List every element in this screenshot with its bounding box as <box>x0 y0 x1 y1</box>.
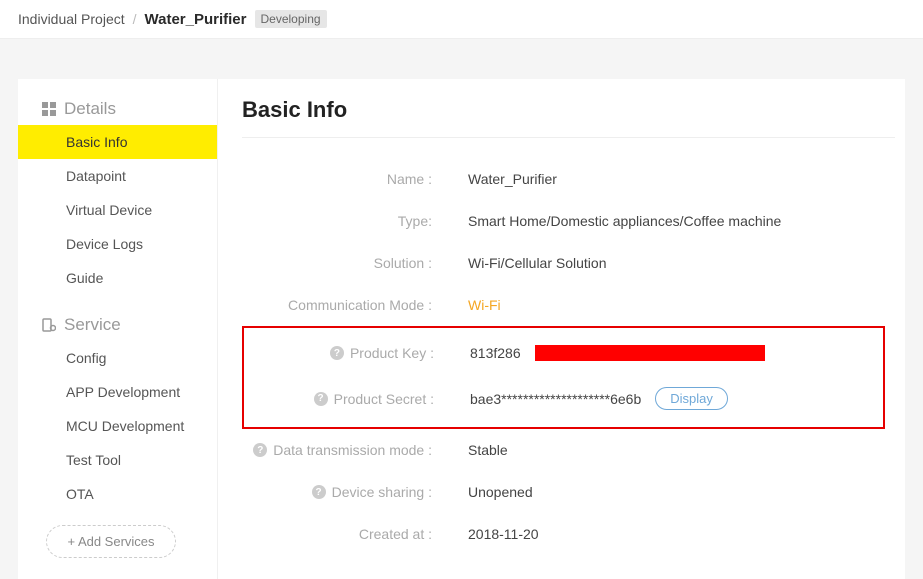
label-solution: Solution : <box>242 255 442 271</box>
field-type: Type: Smart Home/Domestic appliances/Cof… <box>242 200 895 242</box>
sidebar-item-device-logs[interactable]: Device Logs <box>18 227 217 261</box>
value-name: Water_Purifier <box>442 171 557 187</box>
sidebar-item-app-dev[interactable]: APP Development <box>18 375 217 409</box>
sidebar-item-guide[interactable]: Guide <box>18 261 217 295</box>
value-product-key: 813f286 <box>444 345 765 361</box>
sidebar-item-datapoint[interactable]: Datapoint <box>18 159 217 193</box>
field-sharing: ? Device sharing : Unopened <box>242 471 895 513</box>
field-created: Created at : 2018-11-20 <box>242 513 895 555</box>
value-product-secret: bae3********************6e6b Display <box>444 387 728 410</box>
field-product-key: ? Product Key : 813f286 <box>244 332 883 374</box>
field-product-secret: ? Product Secret : bae3*****************… <box>244 374 883 423</box>
value-type: Smart Home/Domestic appliances/Coffee ma… <box>442 213 781 229</box>
help-icon[interactable]: ? <box>314 392 328 406</box>
label-product-secret: ? Product Secret : <box>244 391 444 407</box>
sidebar-item-basic-info[interactable]: Basic Info <box>18 125 217 159</box>
breadcrumb: Individual Project / Water_Purifier Deve… <box>0 0 923 39</box>
label-type: Type: <box>242 213 442 229</box>
add-services-button[interactable]: + Add Services <box>46 525 176 558</box>
sidebar-head-details: Details <box>18 93 217 125</box>
sidebar-item-mcu-dev[interactable]: MCU Development <box>18 409 217 443</box>
sidebar-item-virtual-device[interactable]: Virtual Device <box>18 193 217 227</box>
status-badge: Developing <box>255 10 327 28</box>
breadcrumb-sep: / <box>133 11 137 27</box>
value-comm-mode: Wi-Fi <box>442 297 501 313</box>
help-icon[interactable]: ? <box>330 346 344 360</box>
display-button[interactable]: Display <box>655 387 728 410</box>
breadcrumb-title: Water_Purifier <box>145 11 247 28</box>
field-name: Name : Water_Purifier <box>242 158 895 200</box>
sidebar-service-items: Config APP Development MCU Development T… <box>18 341 217 511</box>
sidebar-details-items: Basic Info Datapoint Virtual Device Devi… <box>18 125 217 295</box>
redacted-block <box>535 345 765 361</box>
field-solution: Solution : Wi-Fi/Cellular Solution <box>242 242 895 284</box>
help-icon[interactable]: ? <box>312 485 326 499</box>
sidebar-head-service-label: Service <box>64 315 121 335</box>
highlight-box: ? Product Key : 813f286 ? Product Secret… <box>242 326 885 429</box>
main-content: Basic Info Name : Water_Purifier Type: S… <box>218 79 905 579</box>
service-icon <box>42 318 56 332</box>
label-comm-mode: Communication Mode : <box>242 297 442 313</box>
sidebar-head-details-label: Details <box>64 99 116 119</box>
label-product-key: ? Product Key : <box>244 345 444 361</box>
field-transmission: ? Data transmission mode : Stable <box>242 429 895 471</box>
sidebar: Details Basic Info Datapoint Virtual Dev… <box>18 79 218 579</box>
field-comm-mode: Communication Mode : Wi-Fi <box>242 284 895 326</box>
breadcrumb-root[interactable]: Individual Project <box>18 11 125 27</box>
value-solution: Wi-Fi/Cellular Solution <box>442 255 606 271</box>
label-transmission: ? Data transmission mode : <box>242 442 442 458</box>
help-icon[interactable]: ? <box>253 443 267 457</box>
label-sharing: ? Device sharing : <box>242 484 442 500</box>
value-transmission: Stable <box>442 442 508 458</box>
sidebar-item-ota[interactable]: OTA <box>18 477 217 511</box>
value-sharing: Unopened <box>442 484 533 500</box>
sidebar-item-test-tool[interactable]: Test Tool <box>18 443 217 477</box>
label-created: Created at : <box>242 526 442 542</box>
value-created: 2018-11-20 <box>442 526 539 542</box>
grid-icon <box>42 102 56 116</box>
page-title: Basic Info <box>242 97 895 138</box>
sidebar-item-config[interactable]: Config <box>18 341 217 375</box>
label-name: Name : <box>242 171 442 187</box>
sidebar-head-service: Service <box>18 309 217 341</box>
